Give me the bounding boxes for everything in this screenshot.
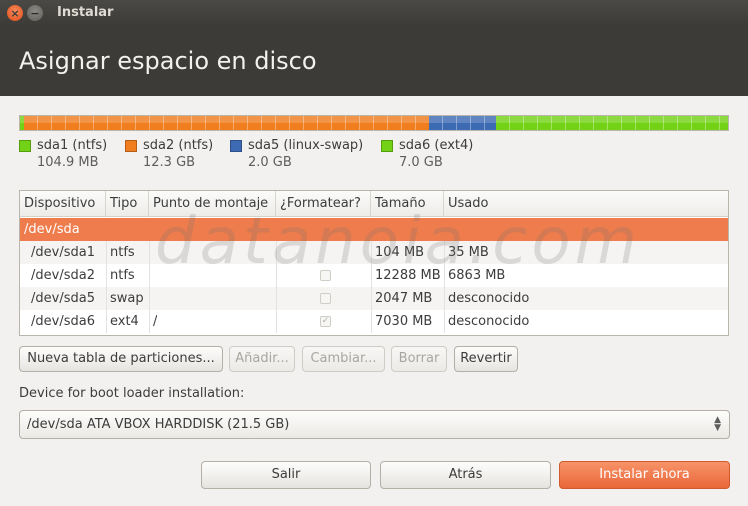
- partition-segment-sda5: [429, 116, 497, 130]
- back-button[interactable]: Atrás: [380, 461, 551, 489]
- column-header-format[interactable]: ¿Formatear?: [276, 191, 371, 217]
- legend-swatch-icon: [19, 140, 31, 152]
- page-title: Asignar espacio en disco: [19, 47, 317, 75]
- bootloader-label: Device for boot loader installation:: [19, 386, 245, 401]
- partition-bar: [19, 115, 729, 131]
- change-button[interactable]: Cambiar...: [302, 346, 385, 372]
- minimize-icon[interactable]: −: [27, 5, 43, 21]
- legend-swatch-icon: [230, 140, 242, 152]
- column-header-used[interactable]: Usado: [444, 191, 728, 217]
- cell-device: /dev/sda1: [31, 245, 95, 260]
- legend-size: 2.0 GB: [248, 155, 292, 170]
- new-partition-table-button[interactable]: Nueva tabla de particiones...: [19, 346, 223, 372]
- add-button[interactable]: Añadir...: [229, 346, 295, 372]
- cell-used: 6863 MB: [448, 268, 506, 283]
- legend-name: sda5 (linux-swap): [248, 138, 364, 153]
- cell-type: ntfs: [110, 245, 135, 260]
- legend-name: sda1 (ntfs): [37, 138, 108, 153]
- cell-device: /dev/sda: [24, 222, 80, 237]
- legend-swatch-icon: [125, 140, 137, 152]
- format-checkbox[interactable]: ✓: [320, 316, 331, 327]
- legend-size: 12.3 GB: [143, 155, 196, 170]
- window-titlebar: × − Instalar: [0, 0, 748, 26]
- legend-size: 7.0 GB: [399, 155, 443, 170]
- cell-size: 104 MB: [375, 245, 425, 260]
- bootloader-device-value: /dev/sda ATA VBOX HARDDISK (21.5 GB): [27, 417, 290, 432]
- cell-size: 7030 MB: [375, 314, 433, 329]
- table-row[interactable]: /dev/sda6 ext4 / ✓ 7030 MB desconocido: [20, 310, 728, 333]
- partition-table: Dispositivo Tipo Punto de montaje ¿Forma…: [19, 190, 729, 336]
- legend-name: sda2 (ntfs): [143, 138, 214, 153]
- column-header-type[interactable]: Tipo: [106, 191, 149, 217]
- cell-used: desconocido: [448, 314, 530, 329]
- cell-device: /dev/sda5: [31, 291, 95, 306]
- format-checkbox[interactable]: [320, 293, 331, 304]
- bootloader-device-select[interactable]: /dev/sda ATA VBOX HARDDISK (21.5 GB) ▲ ▼: [19, 410, 730, 439]
- cell-device: /dev/sda2: [31, 268, 95, 283]
- column-header-mount[interactable]: Punto de montaje: [149, 191, 276, 217]
- cell-size: 12288 MB: [375, 268, 441, 283]
- close-icon[interactable]: ×: [7, 5, 23, 21]
- legend-swatch-icon: [381, 140, 393, 152]
- quit-button[interactable]: Salir: [201, 461, 371, 489]
- cell-device: /dev/sda6: [31, 314, 95, 329]
- legend-name: sda6 (ext4): [399, 138, 474, 153]
- cell-type: swap: [110, 291, 144, 306]
- window-title: Instalar: [57, 5, 114, 20]
- table-row[interactable]: /dev/sda5 swap 2047 MB desconocido: [20, 287, 728, 310]
- legend-size: 104.9 MB: [37, 155, 99, 170]
- cell-used: 35 MB: [448, 245, 489, 260]
- page-header: Asignar espacio en disco: [0, 26, 748, 96]
- table-row[interactable]: /dev/sda1 ntfs 104 MB 35 MB: [20, 241, 728, 264]
- cell-type: ext4: [110, 314, 139, 329]
- delete-button[interactable]: Borrar: [391, 346, 447, 372]
- table-row[interactable]: /dev/sda: [20, 218, 728, 241]
- format-checkbox[interactable]: [320, 270, 331, 281]
- revert-button[interactable]: Revertir: [454, 346, 518, 372]
- select-arrows-icon: ▲ ▼: [714, 415, 721, 433]
- cell-type: ntfs: [110, 268, 135, 283]
- table-header: Dispositivo Tipo Punto de montaje ¿Forma…: [20, 191, 728, 217]
- partition-segment-sda6: [496, 116, 728, 130]
- column-header-device[interactable]: Dispositivo: [20, 191, 106, 217]
- table-row[interactable]: /dev/sda2 ntfs 12288 MB 6863 MB: [20, 264, 728, 287]
- partition-segment-sda2: [23, 116, 430, 130]
- cell-size: 2047 MB: [375, 291, 433, 306]
- column-header-size[interactable]: Tamaño: [371, 191, 444, 217]
- install-now-button[interactable]: Instalar ahora: [559, 461, 730, 489]
- cell-mount: /: [153, 314, 158, 329]
- cell-used: desconocido: [448, 291, 530, 306]
